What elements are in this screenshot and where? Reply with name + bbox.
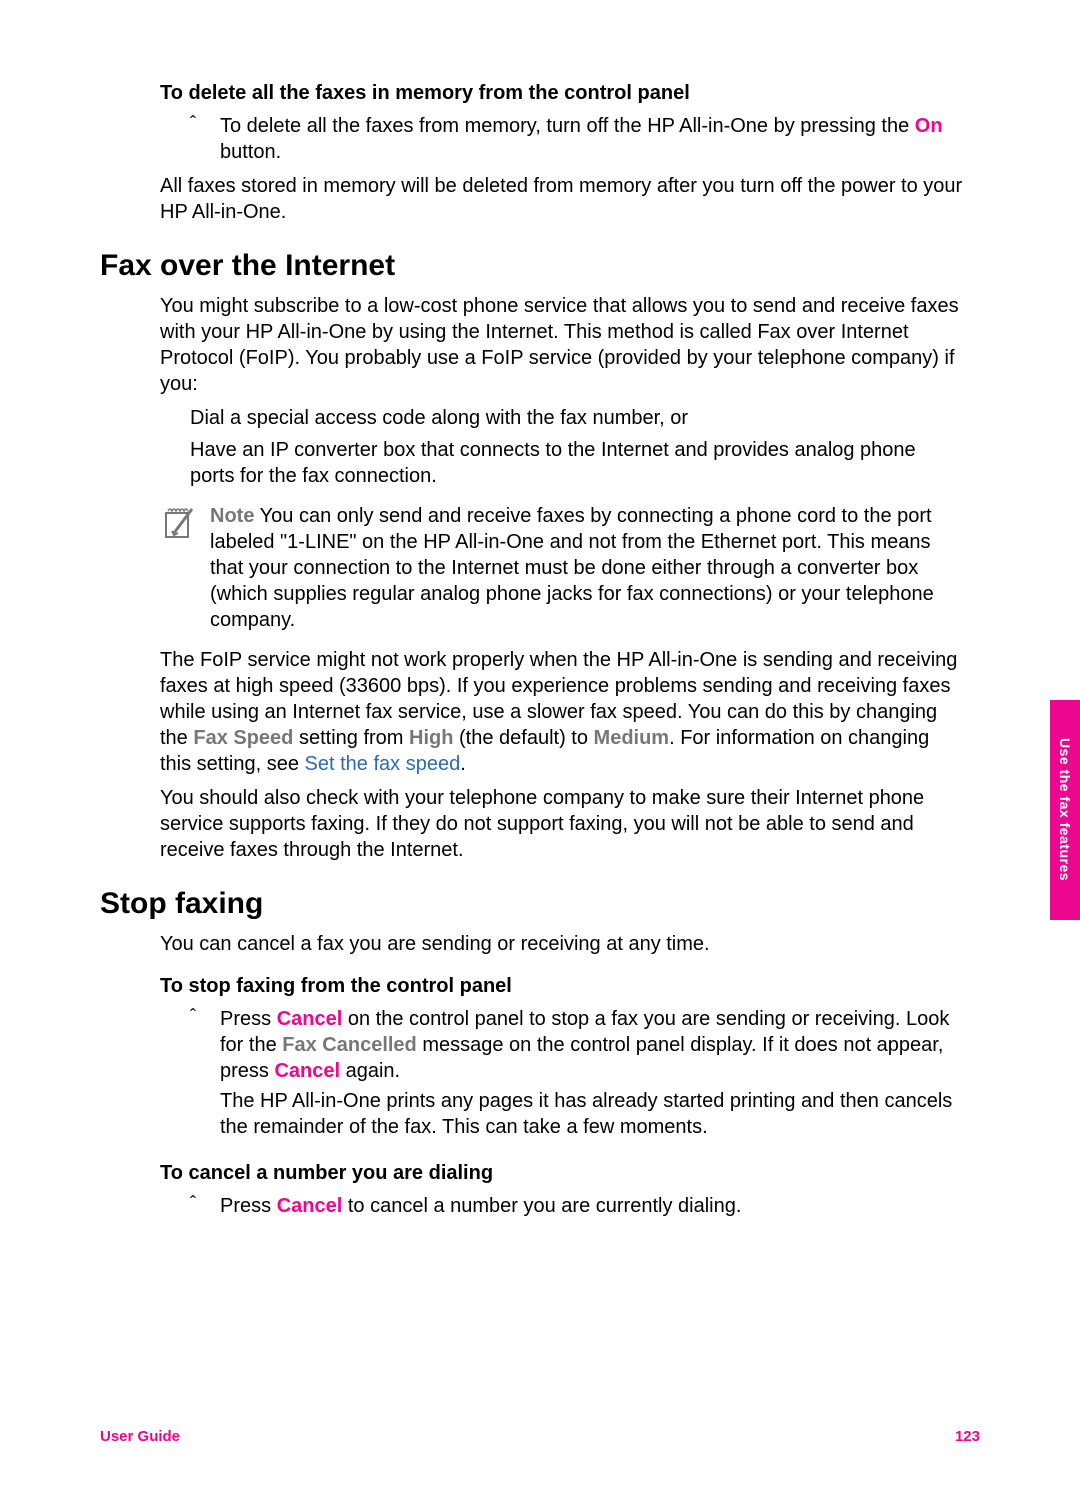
text: The HP All-in-One prints any pages it ha… <box>220 1090 952 1138</box>
text: button. <box>220 141 281 163</box>
text: To delete all the faxes from memory, tur… <box>220 115 915 137</box>
set-fax-speed-link[interactable]: Set the fax speed <box>305 753 461 775</box>
heading-delete-faxes: To delete all the faxes in memory from t… <box>160 82 965 105</box>
fax-speed-label: Fax Speed <box>193 727 293 749</box>
list-item: Have an IP converter box that connects t… <box>190 437 965 489</box>
section-tab-label: Use the fax features <box>1057 738 1073 881</box>
paragraph: You should also check with your telephon… <box>160 785 965 863</box>
note-text: Note You can only send and receive faxes… <box>210 503 965 633</box>
heading-cancel-dialing: To cancel a number you are dialing <box>160 1162 965 1185</box>
paragraph: You might subscribe to a low-cost phone … <box>160 293 965 397</box>
heading-stop-faxing: Stop faxing <box>100 887 965 921</box>
step-delete-faxes: ˆ To delete all the faxes from memory, t… <box>190 113 965 165</box>
arrow-bullet-icon: ˆ <box>190 1193 220 1219</box>
footer-left: User Guide <box>100 1428 180 1445</box>
section-tab: Use the fax features <box>1050 700 1080 920</box>
text: Press <box>220 1195 277 1217</box>
arrow-bullet-icon: ˆ <box>190 113 220 165</box>
step-text: Press Cancel on the control panel to sto… <box>220 1006 965 1140</box>
text: to cancel a number you are currently dia… <box>342 1195 741 1217</box>
heading-fax-over-internet: Fax over the Internet <box>100 249 965 283</box>
medium-label: Medium <box>594 727 670 749</box>
text: . <box>460 753 466 775</box>
text: Press <box>220 1008 277 1030</box>
cancel-button-label: Cancel <box>277 1195 343 1217</box>
fax-cancelled-label: Fax Cancelled <box>282 1034 417 1056</box>
text: again. <box>340 1060 400 1082</box>
paragraph: You can cancel a fax you are sending or … <box>160 931 965 957</box>
paragraph: The FoIP service might not work properly… <box>160 647 965 777</box>
cancel-button-label: Cancel <box>274 1060 340 1082</box>
step-cancel-dialing: ˆ Press Cancel to cancel a number you ar… <box>190 1193 965 1219</box>
page-number: 123 <box>955 1428 980 1445</box>
arrow-bullet-icon: ˆ <box>190 1006 220 1140</box>
note-label: Note <box>210 505 254 527</box>
step-text: To delete all the faxes from memory, tur… <box>220 113 965 165</box>
step-text: Press Cancel to cancel a number you are … <box>220 1193 741 1219</box>
heading-stop-from-panel: To stop faxing from the control panel <box>160 975 965 998</box>
text: You can only send and receive faxes by c… <box>210 505 934 631</box>
on-button-label: On <box>915 115 943 137</box>
note-block: Note You can only send and receive faxes… <box>160 503 965 633</box>
text: (the default) to <box>453 727 593 749</box>
cancel-button-label: Cancel <box>277 1008 343 1030</box>
paragraph: All faxes stored in memory will be delet… <box>160 173 965 225</box>
high-label: High <box>409 727 453 749</box>
list-item: Dial a special access code along with th… <box>190 405 965 431</box>
note-icon <box>160 503 210 633</box>
text: setting from <box>293 727 409 749</box>
step-stop-faxing: ˆ Press Cancel on the control panel to s… <box>190 1006 965 1140</box>
page-footer: User Guide 123 <box>100 1428 980 1445</box>
